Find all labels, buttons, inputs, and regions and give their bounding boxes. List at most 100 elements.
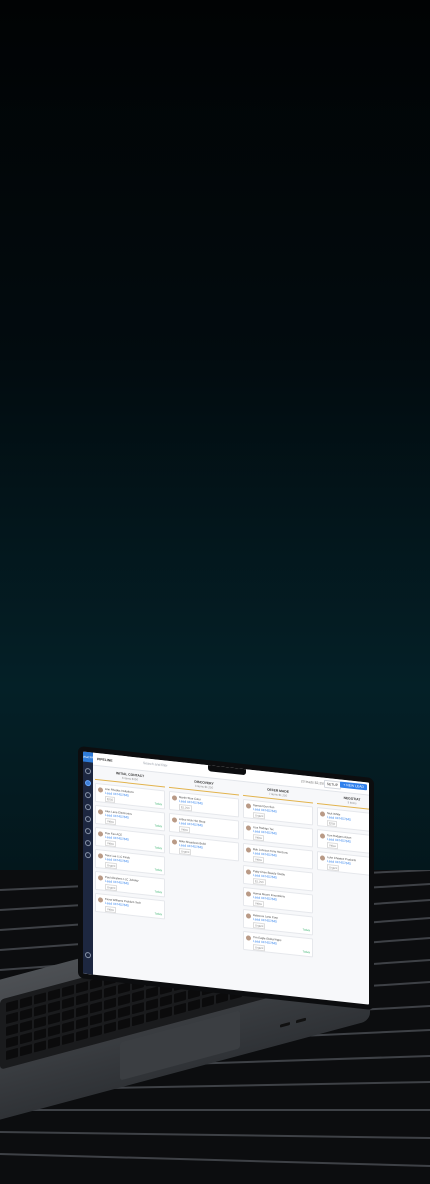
keyboard-key[interactable]	[34, 1040, 46, 1053]
lead-tag: Video	[179, 825, 191, 834]
keyboard-key[interactable]	[20, 1008, 32, 1021]
lead-card[interactable]: Tim Eagle Global Apps Lead #47457845 Urgen…	[243, 930, 313, 958]
keyboard-key[interactable]	[90, 1001, 102, 1014]
keyboard-key[interactable]	[34, 1016, 46, 1029]
keyboard-key[interactable]	[48, 988, 60, 1001]
keyboard-key[interactable]	[6, 1011, 18, 1025]
keyboard-key[interactable]	[174, 1002, 186, 1016]
keyboard-key[interactable]	[6, 1047, 18, 1061]
keyboard-key[interactable]	[146, 998, 158, 1011]
help-icon[interactable]	[85, 951, 91, 959]
keyboard-key[interactable]	[104, 985, 116, 998]
keyboard-key[interactable]	[104, 997, 116, 1010]
keyboard-key[interactable]	[160, 994, 172, 1007]
lead-tag: Urgent	[105, 883, 118, 892]
lead-status: Today	[154, 889, 162, 895]
avatar	[172, 839, 177, 845]
pipeline-column: OFFER MADE 7 items $1,250 Samuel Gon Son Le…	[243, 784, 313, 958]
app-logo: vitaCRM	[83, 751, 95, 763]
keyboard-key[interactable]	[104, 1009, 116, 1022]
keyboard-key[interactable]	[90, 989, 102, 1002]
keyboard-key[interactable]	[20, 1032, 32, 1045]
lead-card[interactable]: Mike Sheadows Build Lead #47457845 Urgent	[169, 834, 239, 862]
keyboard-key[interactable]	[146, 1010, 158, 1023]
keyboard-key[interactable]	[20, 1044, 32, 1057]
keyboard-key[interactable]	[118, 1005, 130, 1019]
keyboard-key[interactable]	[20, 1020, 32, 1033]
keyboard-key[interactable]	[118, 1017, 130, 1031]
keyboard-key[interactable]	[174, 990, 186, 1004]
leads-summary: 23 leads $2,250	[300, 779, 325, 786]
keyboard-key[interactable]	[188, 999, 200, 1012]
search-input[interactable]: Search and filter	[143, 761, 177, 770]
keyboard-key[interactable]	[202, 995, 214, 1008]
analytics-icon[interactable]	[85, 839, 91, 847]
keyboard-key[interactable]	[34, 992, 46, 1005]
lead-tag: Video	[253, 856, 265, 864]
keyboard-key[interactable]	[34, 1028, 46, 1041]
avatar	[246, 869, 251, 875]
avatar	[98, 787, 103, 793]
lead-tag: $1,250	[179, 803, 192, 812]
keyboard-key[interactable]	[6, 1023, 18, 1037]
lead-tag: Video	[105, 839, 117, 848]
avatar	[320, 811, 325, 817]
keyboard-key[interactable]	[118, 993, 130, 1007]
avatar	[98, 853, 103, 859]
settings-icon[interactable]	[85, 851, 91, 859]
avatar	[172, 817, 177, 823]
pipeline-column: DISCOVERY 3 items $1,250 Martin Stoe Color…	[169, 776, 239, 862]
keyboard-key[interactable]	[76, 1005, 88, 1018]
keyboard-key[interactable]	[62, 1032, 74, 1046]
keyboard-key[interactable]	[132, 1014, 144, 1027]
keyboard-key[interactable]	[48, 1036, 60, 1049]
keyboard-key[interactable]	[76, 981, 88, 994]
keyboard-key[interactable]	[6, 1035, 18, 1049]
avatar	[246, 803, 251, 809]
keyboard-key[interactable]	[48, 1012, 60, 1025]
setup-button[interactable]: SETUP	[323, 779, 341, 790]
keyboard-key[interactable]	[76, 1017, 88, 1030]
lead-tag: Urgent	[253, 922, 266, 930]
lead-tag: Video	[253, 900, 265, 908]
keyboard-key[interactable]	[160, 1006, 172, 1019]
lead-tag: Video	[327, 842, 339, 850]
keyboard-key[interactable]	[34, 1004, 46, 1017]
avatar	[320, 855, 325, 861]
new-lead-button[interactable]: + NEW LEAD	[340, 781, 367, 791]
usb-port	[296, 1017, 306, 1024]
keyboard-key[interactable]	[48, 1024, 60, 1037]
keyboard-key[interactable]	[132, 990, 144, 1003]
keyboard-key[interactable]	[62, 996, 74, 1010]
keyboard-key[interactable]	[76, 1029, 88, 1042]
keyboard-key[interactable]	[90, 1013, 102, 1026]
keyboard-key[interactable]	[132, 1002, 144, 1015]
lead-tag: Urgent	[327, 864, 340, 872]
keyboard-key[interactable]	[20, 996, 32, 1009]
home-icon[interactable]	[85, 767, 91, 775]
reports-icon[interactable]	[85, 827, 91, 835]
contacts-icon[interactable]	[85, 791, 91, 799]
keyboard-key[interactable]	[76, 993, 88, 1006]
avatar	[98, 831, 103, 837]
avatar	[320, 833, 325, 839]
tasks-icon[interactable]	[85, 803, 91, 811]
keyboard-key[interactable]	[62, 984, 74, 998]
lead-card[interactable]: Luke Chaetez Products Lead #47457845 Urgen…	[317, 850, 374, 878]
keyboard-key[interactable]	[118, 981, 130, 995]
background-scene: vitaCRM PIPELINE Search and filter 23 le…	[0, 0, 430, 1184]
keyboard-key[interactable]	[146, 986, 158, 999]
keyboard-key[interactable]	[6, 999, 18, 1013]
lead-status: Today	[302, 949, 310, 955]
keyboard-key[interactable]	[62, 1020, 74, 1034]
lead-status: Today	[302, 927, 310, 933]
calendar-icon[interactable]	[85, 815, 91, 823]
avatar	[246, 935, 251, 941]
pipeline-icon[interactable]	[85, 779, 91, 787]
keyboard-key[interactable]	[104, 1021, 116, 1034]
keyboard-key[interactable]	[90, 1025, 102, 1038]
keyboard-key[interactable]	[48, 1000, 60, 1013]
lead-status: Today	[154, 823, 162, 829]
lead-card[interactable]: Fiona Williams Problem Tech Lead #4745784…	[95, 892, 165, 920]
keyboard-key[interactable]	[62, 1008, 74, 1022]
